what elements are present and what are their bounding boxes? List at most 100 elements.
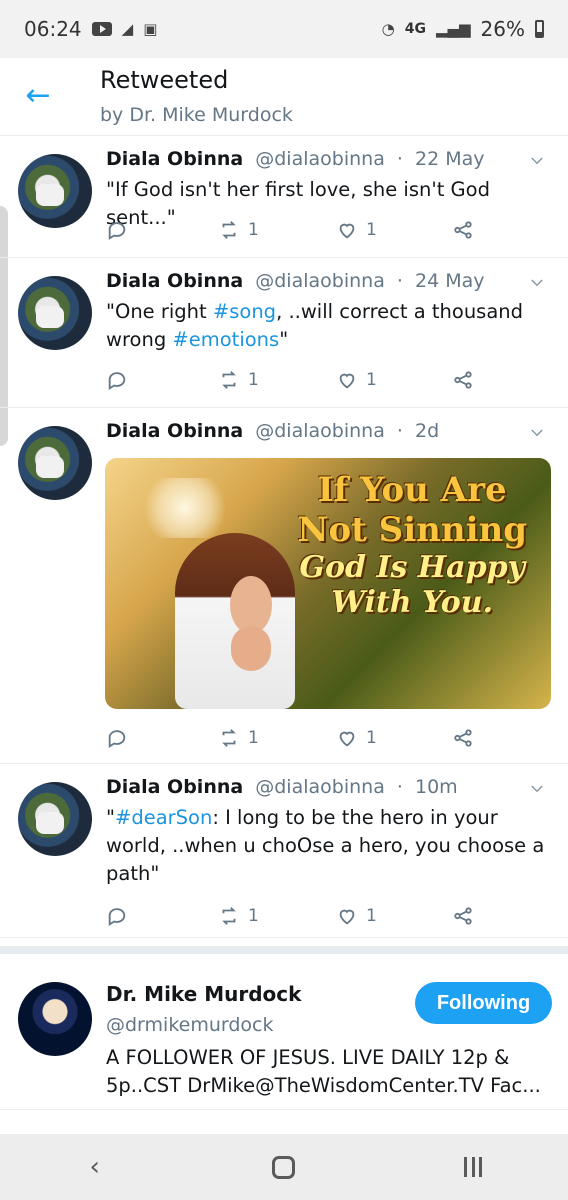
share-button[interactable] — [452, 724, 474, 752]
youtube-icon — [91, 22, 112, 36]
profile-name[interactable]: Dr. Mike Murdock — [106, 982, 301, 1006]
back-nav-button[interactable]: ‹ — [65, 1142, 125, 1192]
reply-icon — [108, 222, 126, 240]
retweeted-header: ← Retweeted by Dr. Mike Murdock — [0, 58, 568, 136]
share-button[interactable] — [452, 902, 474, 930]
reply-button[interactable] — [106, 366, 128, 394]
hashtag-link[interactable]: #emotions — [172, 328, 279, 351]
like-button[interactable]: 1 — [336, 902, 377, 930]
tweet-date[interactable]: 22 May — [415, 148, 485, 170]
share-icon — [454, 221, 472, 239]
tweet-text-part: " — [279, 328, 289, 351]
author-handle[interactable]: @dialaobinna — [255, 148, 385, 170]
tweet-item[interactable]: Diala Obinna @dialaobinna · 24 May "One … — [0, 258, 568, 408]
tweet-item[interactable]: Diala Obinna @dialaobinna · 2d If You Ar… — [0, 408, 568, 764]
reply-button[interactable] — [106, 724, 128, 752]
retweet-button[interactable]: 1 — [218, 902, 259, 930]
like-button[interactable]: 1 — [336, 724, 377, 752]
retweet-button[interactable]: 1 — [218, 216, 259, 244]
back-arrow-icon: ← — [25, 78, 51, 113]
tweet-actions: 1 1 — [106, 724, 486, 752]
author-name[interactable]: Diala Obinna — [106, 776, 243, 798]
profile-bio: A FOLLOWER OF JESUS. LIVE DAILY 12p & 5p… — [106, 1046, 541, 1097]
status-right: ◔ 4G ▂▄▆ 26% — [382, 17, 544, 41]
avatar[interactable] — [18, 782, 92, 856]
profile-handle[interactable]: @drmikemurdock — [106, 1014, 274, 1036]
like-button[interactable]: 1 — [336, 216, 377, 244]
avatar-mask — [36, 812, 64, 834]
hashtag-link[interactable]: #song — [213, 300, 276, 323]
profile-card[interactable]: Dr. Mike Murdock @drmikemurdock A FOLLOW… — [0, 946, 568, 1110]
tweet-header: Diala Obinna @dialaobinna · 22 May — [106, 148, 485, 170]
following-button[interactable]: Following — [415, 982, 552, 1024]
like-count: 1 — [366, 370, 377, 390]
separator-dot: · — [396, 420, 403, 442]
like-button[interactable]: 1 — [336, 366, 377, 394]
share-button[interactable] — [452, 216, 474, 244]
tweet-header: Diala Obinna @dialaobinna · 24 May — [106, 270, 485, 292]
status-bar: 06:24 ◢ ▣ ◔ 4G ▂▄▆ 26% — [0, 0, 568, 58]
retweet-count: 1 — [248, 370, 259, 390]
retweet-button[interactable]: 1 — [218, 366, 259, 394]
retweet-icon — [222, 371, 236, 389]
image-text-line: With You. — [331, 585, 494, 620]
profile-avatar[interactable] — [18, 982, 92, 1056]
tweet-item[interactable]: Diala Obinna @dialaobinna · 10m "#dearSo… — [0, 764, 568, 938]
author-name[interactable]: Diala Obinna — [106, 420, 243, 442]
tweet-header: Diala Obinna @dialaobinna · 2d — [106, 420, 439, 442]
tweet-text-part: "One right — [106, 300, 213, 323]
like-count: 1 — [366, 728, 377, 748]
battery-percent: 26% — [480, 17, 525, 41]
tweet-actions: 1 1 — [106, 216, 486, 244]
separator-dot: · — [396, 270, 403, 292]
wifi-icon: ◔ — [381, 20, 395, 38]
avatar[interactable] — [18, 154, 92, 228]
author-name[interactable]: Diala Obinna — [106, 148, 243, 170]
avatar[interactable] — [18, 426, 92, 500]
like-count: 1 — [366, 220, 377, 240]
retweet-count: 1 — [248, 728, 259, 748]
share-icon — [454, 729, 472, 747]
recent-apps-button[interactable] — [443, 1142, 503, 1192]
home-nav-button[interactable] — [254, 1142, 314, 1192]
tweet-image[interactable]: If You Are Not Sinning God Is Happy With… — [105, 458, 551, 709]
tweet-date[interactable]: 24 May — [415, 270, 485, 292]
back-button[interactable]: ← — [22, 80, 54, 112]
tweet-text: "#dearSon: I long to be the hero in your… — [106, 804, 546, 888]
chevron-down-icon[interactable] — [528, 274, 546, 292]
avatar[interactable] — [18, 276, 92, 350]
retweet-icon — [222, 729, 236, 747]
tweet-item[interactable]: Diala Obinna @dialaobinna · 22 May "If G… — [0, 136, 568, 258]
tweet-header: Diala Obinna @dialaobinna · 10m — [106, 776, 458, 798]
tweet-text-part: " — [106, 806, 115, 829]
back-nav-icon: ‹ — [89, 1152, 100, 1182]
author-handle[interactable]: @dialaobinna — [255, 420, 385, 442]
page-title: Retweeted — [100, 66, 229, 94]
reply-icon — [108, 730, 126, 748]
avatar-mask — [36, 456, 64, 478]
tweet-date[interactable]: 2d — [415, 420, 439, 442]
separator-dot: · — [396, 148, 403, 170]
retweet-icon — [222, 907, 236, 925]
retweet-count: 1 — [248, 906, 259, 926]
heart-icon — [339, 373, 355, 389]
chevron-down-icon[interactable] — [528, 780, 546, 798]
avatar-mask — [36, 306, 64, 328]
tweet-date[interactable]: 10m — [415, 776, 458, 798]
share-button[interactable] — [452, 366, 474, 394]
chevron-down-icon[interactable] — [528, 152, 546, 170]
heart-icon — [339, 223, 355, 239]
screenshot-icon: ▣ — [143, 20, 158, 38]
reply-button[interactable] — [106, 216, 128, 244]
chevron-down-icon[interactable] — [528, 424, 546, 442]
hashtag-link[interactable]: #dearSon — [115, 806, 212, 829]
retweet-button[interactable]: 1 — [218, 724, 259, 752]
author-handle[interactable]: @dialaobinna — [255, 270, 385, 292]
author-handle[interactable]: @dialaobinna — [255, 776, 385, 798]
battery-icon — [535, 20, 544, 38]
author-name[interactable]: Diala Obinna — [106, 270, 243, 292]
reply-button[interactable] — [106, 902, 128, 930]
image-text-line: God Is Happy — [299, 550, 525, 585]
status-left: 06:24 ◢ ▣ — [24, 17, 157, 41]
status-time: 06:24 — [24, 17, 82, 41]
